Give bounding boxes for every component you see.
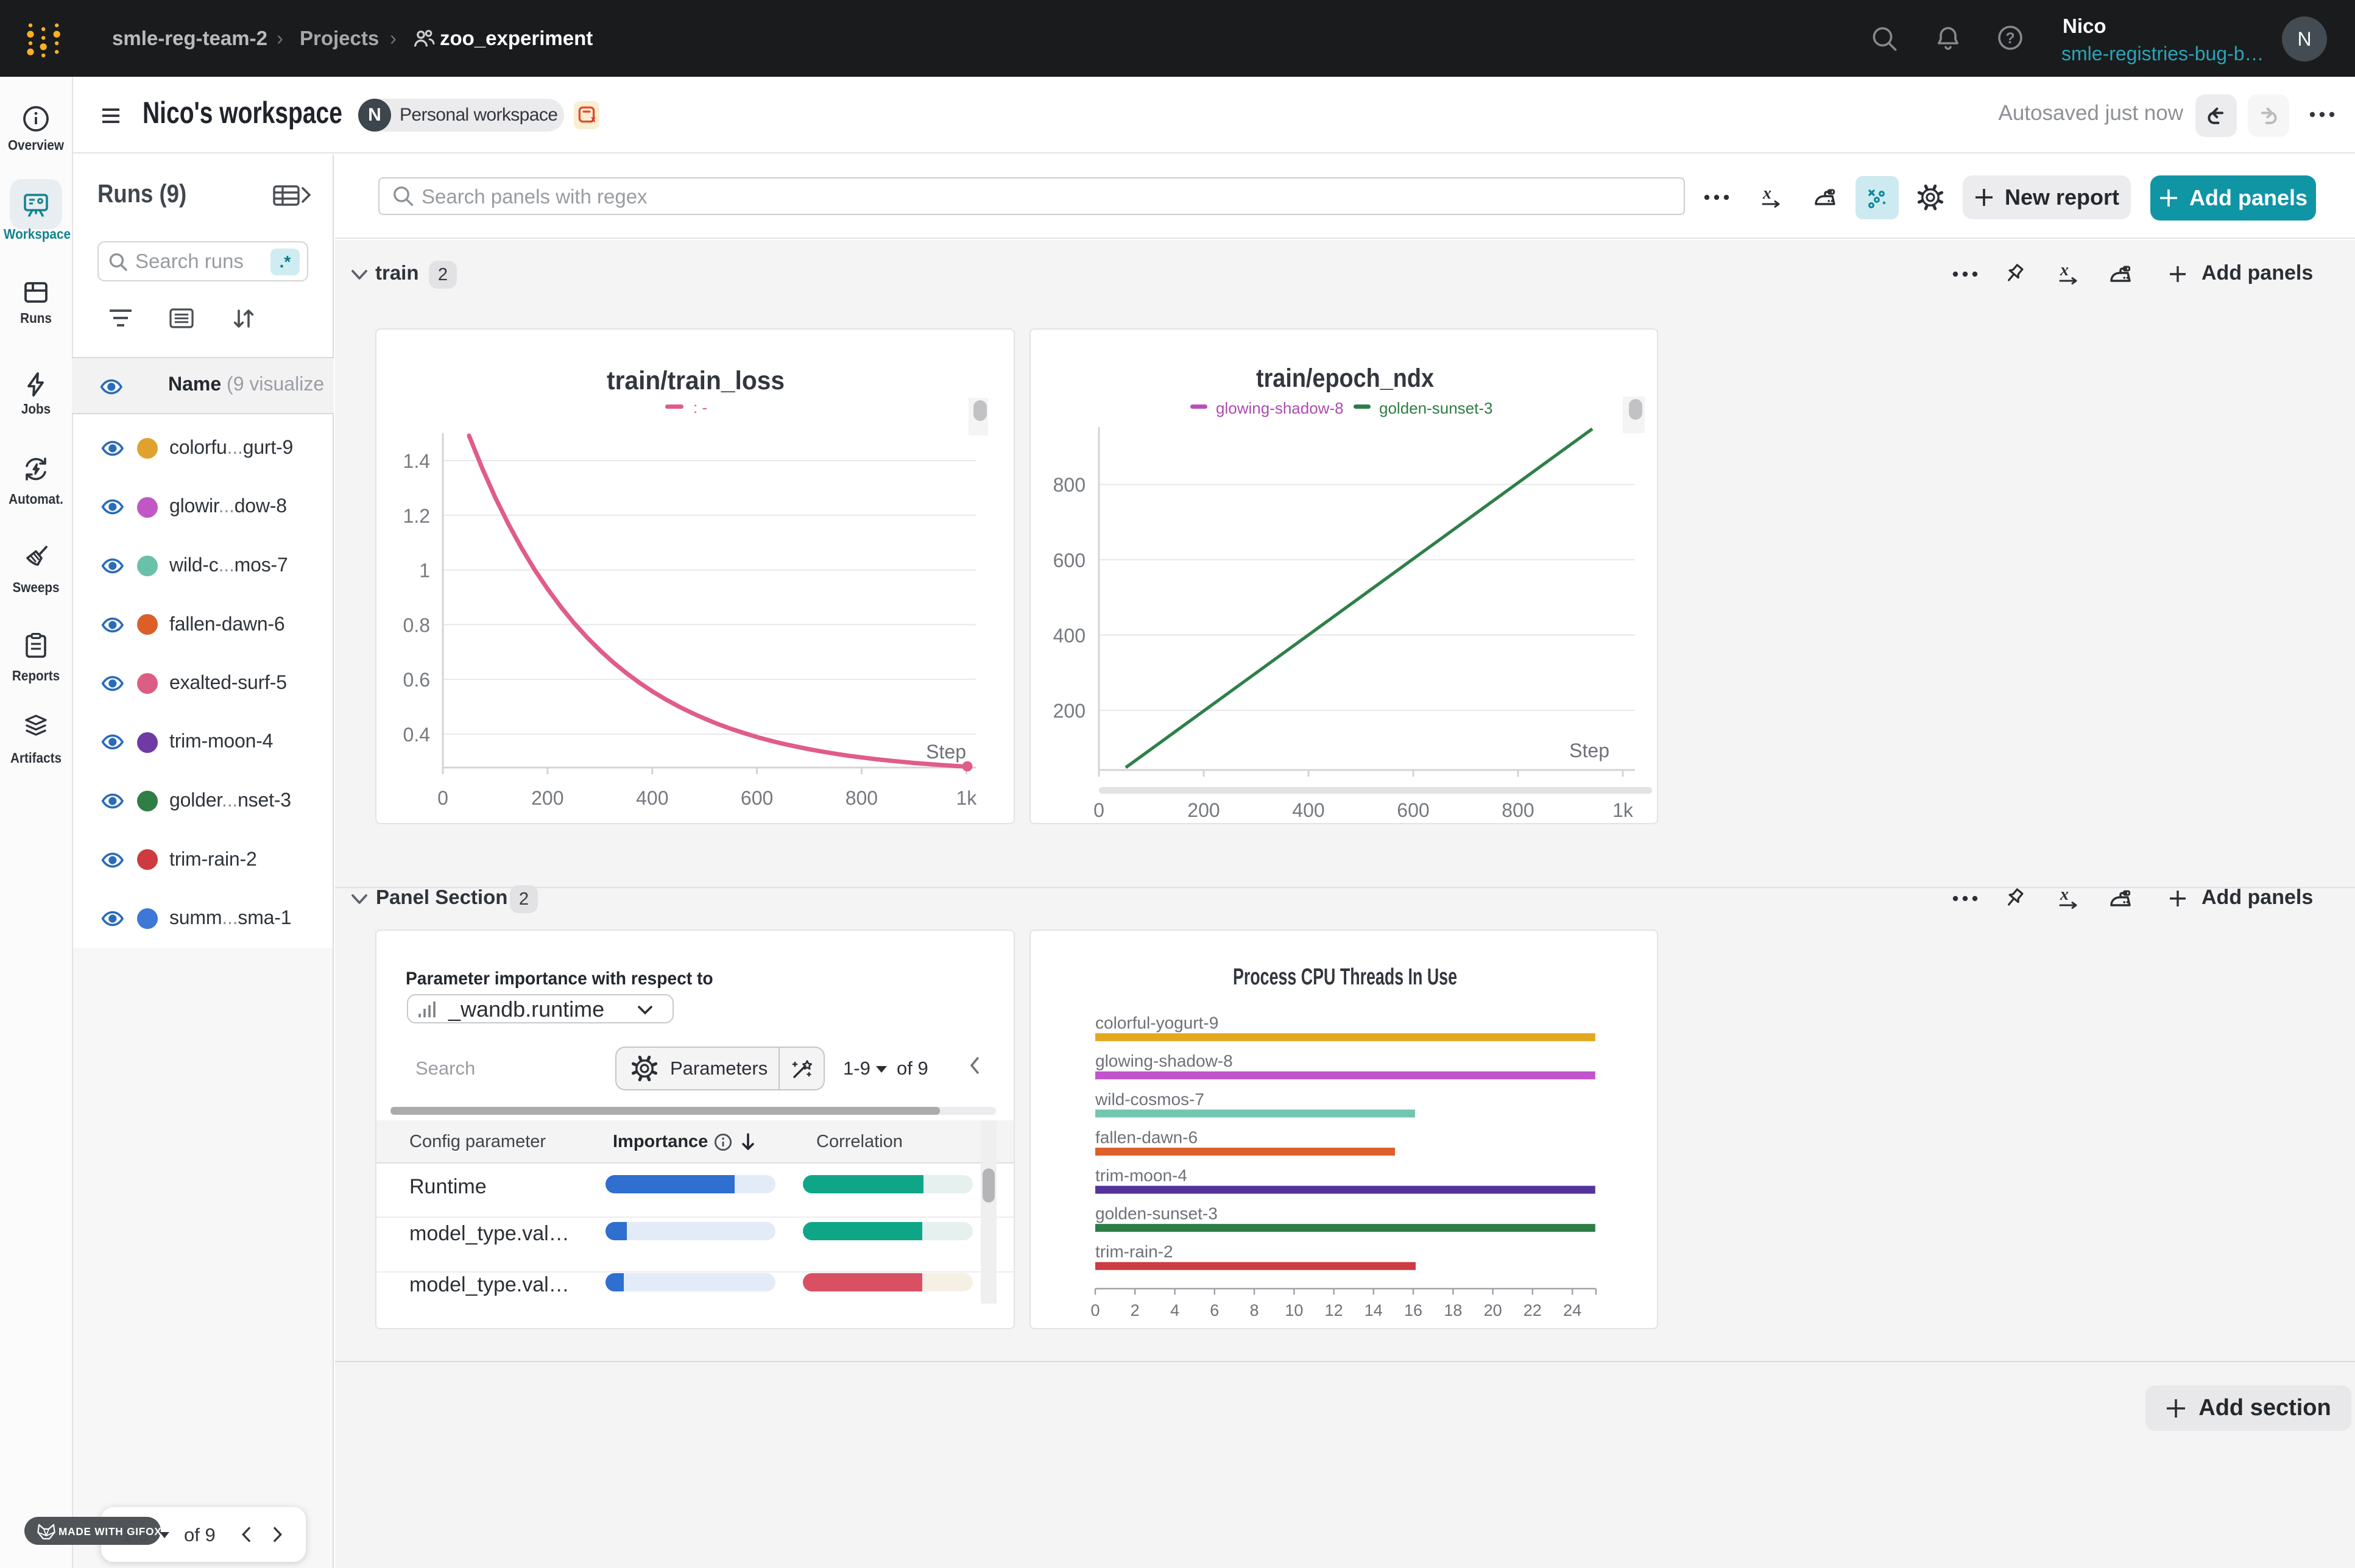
svg-text:800: 800 [1053,474,1086,496]
svg-text:4: 4 [1170,1301,1179,1319]
svg-text:0: 0 [437,787,448,809]
svg-text:6: 6 [1210,1301,1219,1319]
svg-text:golden-sunset-3: golden-sunset-3 [1379,399,1492,417]
svg-text:12: 12 [1325,1301,1343,1319]
svg-text:x: x [591,114,595,124]
svg-text:train/epoch_ndx: train/epoch_ndx [1256,364,1434,393]
svg-text:0: 0 [1090,1301,1100,1319]
svg-text:200: 200 [1187,799,1220,821]
svg-text:1k: 1k [1612,799,1634,821]
svg-text:x: x [2060,262,2069,280]
svg-text:train/train_loss: train/train_loss [607,366,785,395]
svg-text:glowing-shadow-8: glowing-shadow-8 [1216,399,1344,417]
svg-text:Step: Step [1569,740,1609,761]
svg-text:1: 1 [419,560,430,582]
svg-text:400: 400 [636,787,668,809]
svg-text:0.6: 0.6 [403,669,430,691]
svg-text:Step: Step [926,741,966,763]
svg-text:x: x [1762,185,1771,203]
svg-text:: -: : - [693,398,707,417]
svg-text:1.4: 1.4 [403,450,430,472]
svg-text:trim-moon-4: trim-moon-4 [1095,1166,1187,1185]
svg-text:colorful-yogurt-9: colorful-yogurt-9 [1095,1014,1218,1033]
svg-text:20: 20 [1484,1301,1502,1319]
svg-text:wild-cosmos-7: wild-cosmos-7 [1095,1090,1204,1109]
svg-text:600: 600 [1397,799,1429,821]
svg-text:24: 24 [1563,1301,1581,1319]
svg-text:1.2: 1.2 [403,505,430,527]
svg-text:600: 600 [1053,549,1086,571]
svg-text:?: ? [2005,30,2014,47]
svg-text:fallen-dawn-6: fallen-dawn-6 [1095,1128,1198,1146]
svg-text:800: 800 [1502,799,1534,821]
svg-text:0.8: 0.8 [403,614,430,636]
svg-text:18: 18 [1444,1301,1462,1319]
svg-text:400: 400 [1292,799,1324,821]
svg-text:golden-sunset-3: golden-sunset-3 [1095,1204,1218,1223]
svg-text:10: 10 [1285,1301,1303,1319]
svg-text:x: x [2060,886,2069,904]
svg-text:glowing-shadow-8: glowing-shadow-8 [1095,1051,1233,1070]
svg-text:0.4: 0.4 [403,724,430,746]
svg-text:200: 200 [531,787,563,809]
svg-text:2: 2 [1131,1301,1140,1319]
svg-text:trim-rain-2: trim-rain-2 [1095,1242,1173,1261]
svg-text:Process CPU Threads In Use: Process CPU Threads In Use [1233,964,1457,990]
svg-text:600: 600 [741,787,773,809]
svg-text:1k: 1k [956,787,978,809]
svg-text:800: 800 [846,787,878,809]
svg-text:14: 14 [1365,1301,1383,1319]
svg-text:8: 8 [1249,1301,1259,1319]
svg-text:200: 200 [1053,700,1086,722]
svg-text:22: 22 [1524,1301,1542,1319]
svg-text:16: 16 [1404,1301,1422,1319]
svg-text:400: 400 [1053,624,1086,646]
svg-text:0: 0 [1093,799,1104,821]
